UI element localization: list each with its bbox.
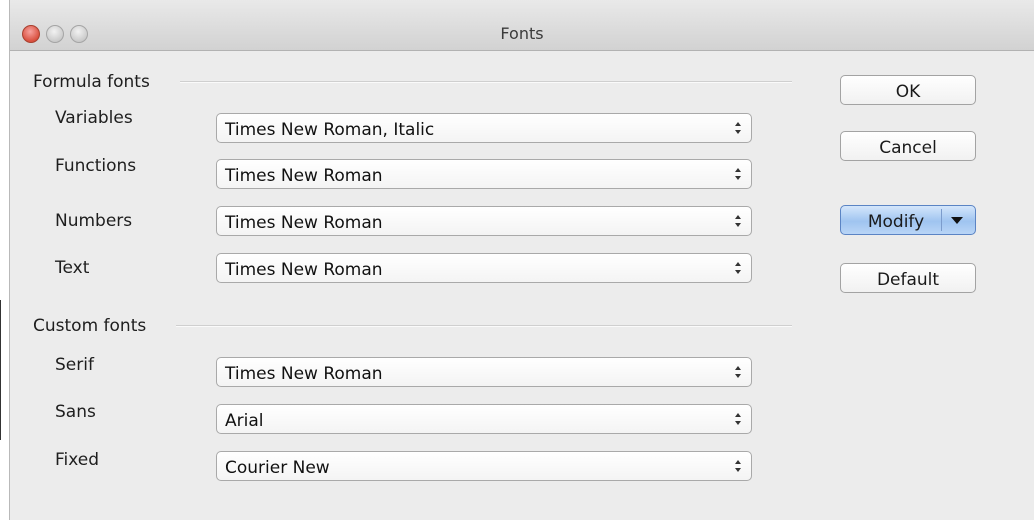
sans-font-value: Arial [225,411,264,431]
numbers-label: Numbers [55,211,133,231]
sans-font-select[interactable]: Arial [216,404,752,434]
variables-font-select[interactable]: Times New Roman, Italic [216,113,752,143]
custom-fonts-heading: Custom fonts [33,316,147,336]
updown-stepper-icon [735,215,741,227]
default-button-label: Default [876,270,940,290]
fixed-font-value: Courier New [225,458,330,478]
variables-label: Variables [55,108,133,128]
title-bar: Fonts [10,0,1034,51]
triangle-down-icon[interactable] [951,217,963,224]
modify-button-separator [941,209,942,231]
serif-font-value: Times New Roman [225,364,383,384]
text-font-select[interactable]: Times New Roman [216,253,752,283]
numbers-font-select[interactable]: Times New Roman [216,206,752,236]
ok-button-label: OK [895,82,921,102]
updown-stepper-icon [735,413,741,425]
modify-button-label: Modify [867,212,925,232]
numbers-font-value: Times New Roman [225,213,383,233]
updown-stepper-icon [735,122,741,134]
text-label: Text [55,258,90,278]
ok-button[interactable]: OK [840,75,976,105]
functions-font-select[interactable]: Times New Roman [216,159,752,189]
variables-font-value: Times New Roman, Italic [225,120,435,140]
updown-stepper-icon [735,262,741,274]
text-font-value: Times New Roman [225,260,383,280]
window-title: Fonts [500,24,544,43]
cancel-button-label: Cancel [879,138,937,158]
updown-stepper-icon [735,168,741,180]
updown-stepper-icon [735,460,741,472]
formula-fonts-heading: Formula fonts [33,72,150,92]
formula-fonts-divider [180,81,792,83]
default-button[interactable]: Default [840,263,976,293]
fixed-font-select[interactable]: Courier New [216,451,752,481]
serif-label: Serif [55,355,94,375]
functions-label: Functions [55,156,137,176]
cancel-button[interactable]: Cancel [840,131,976,161]
custom-fonts-divider [176,325,792,327]
modify-button[interactable]: Modify [840,205,976,235]
serif-font-select[interactable]: Times New Roman [216,357,752,387]
background-window-edge [0,300,1,440]
functions-font-value: Times New Roman [225,166,383,186]
sans-label: Sans [55,402,96,422]
fonts-dialog: Fonts Formula fonts Variables Times New … [10,0,1034,520]
updown-stepper-icon [735,366,741,378]
fixed-label: Fixed [55,450,100,470]
